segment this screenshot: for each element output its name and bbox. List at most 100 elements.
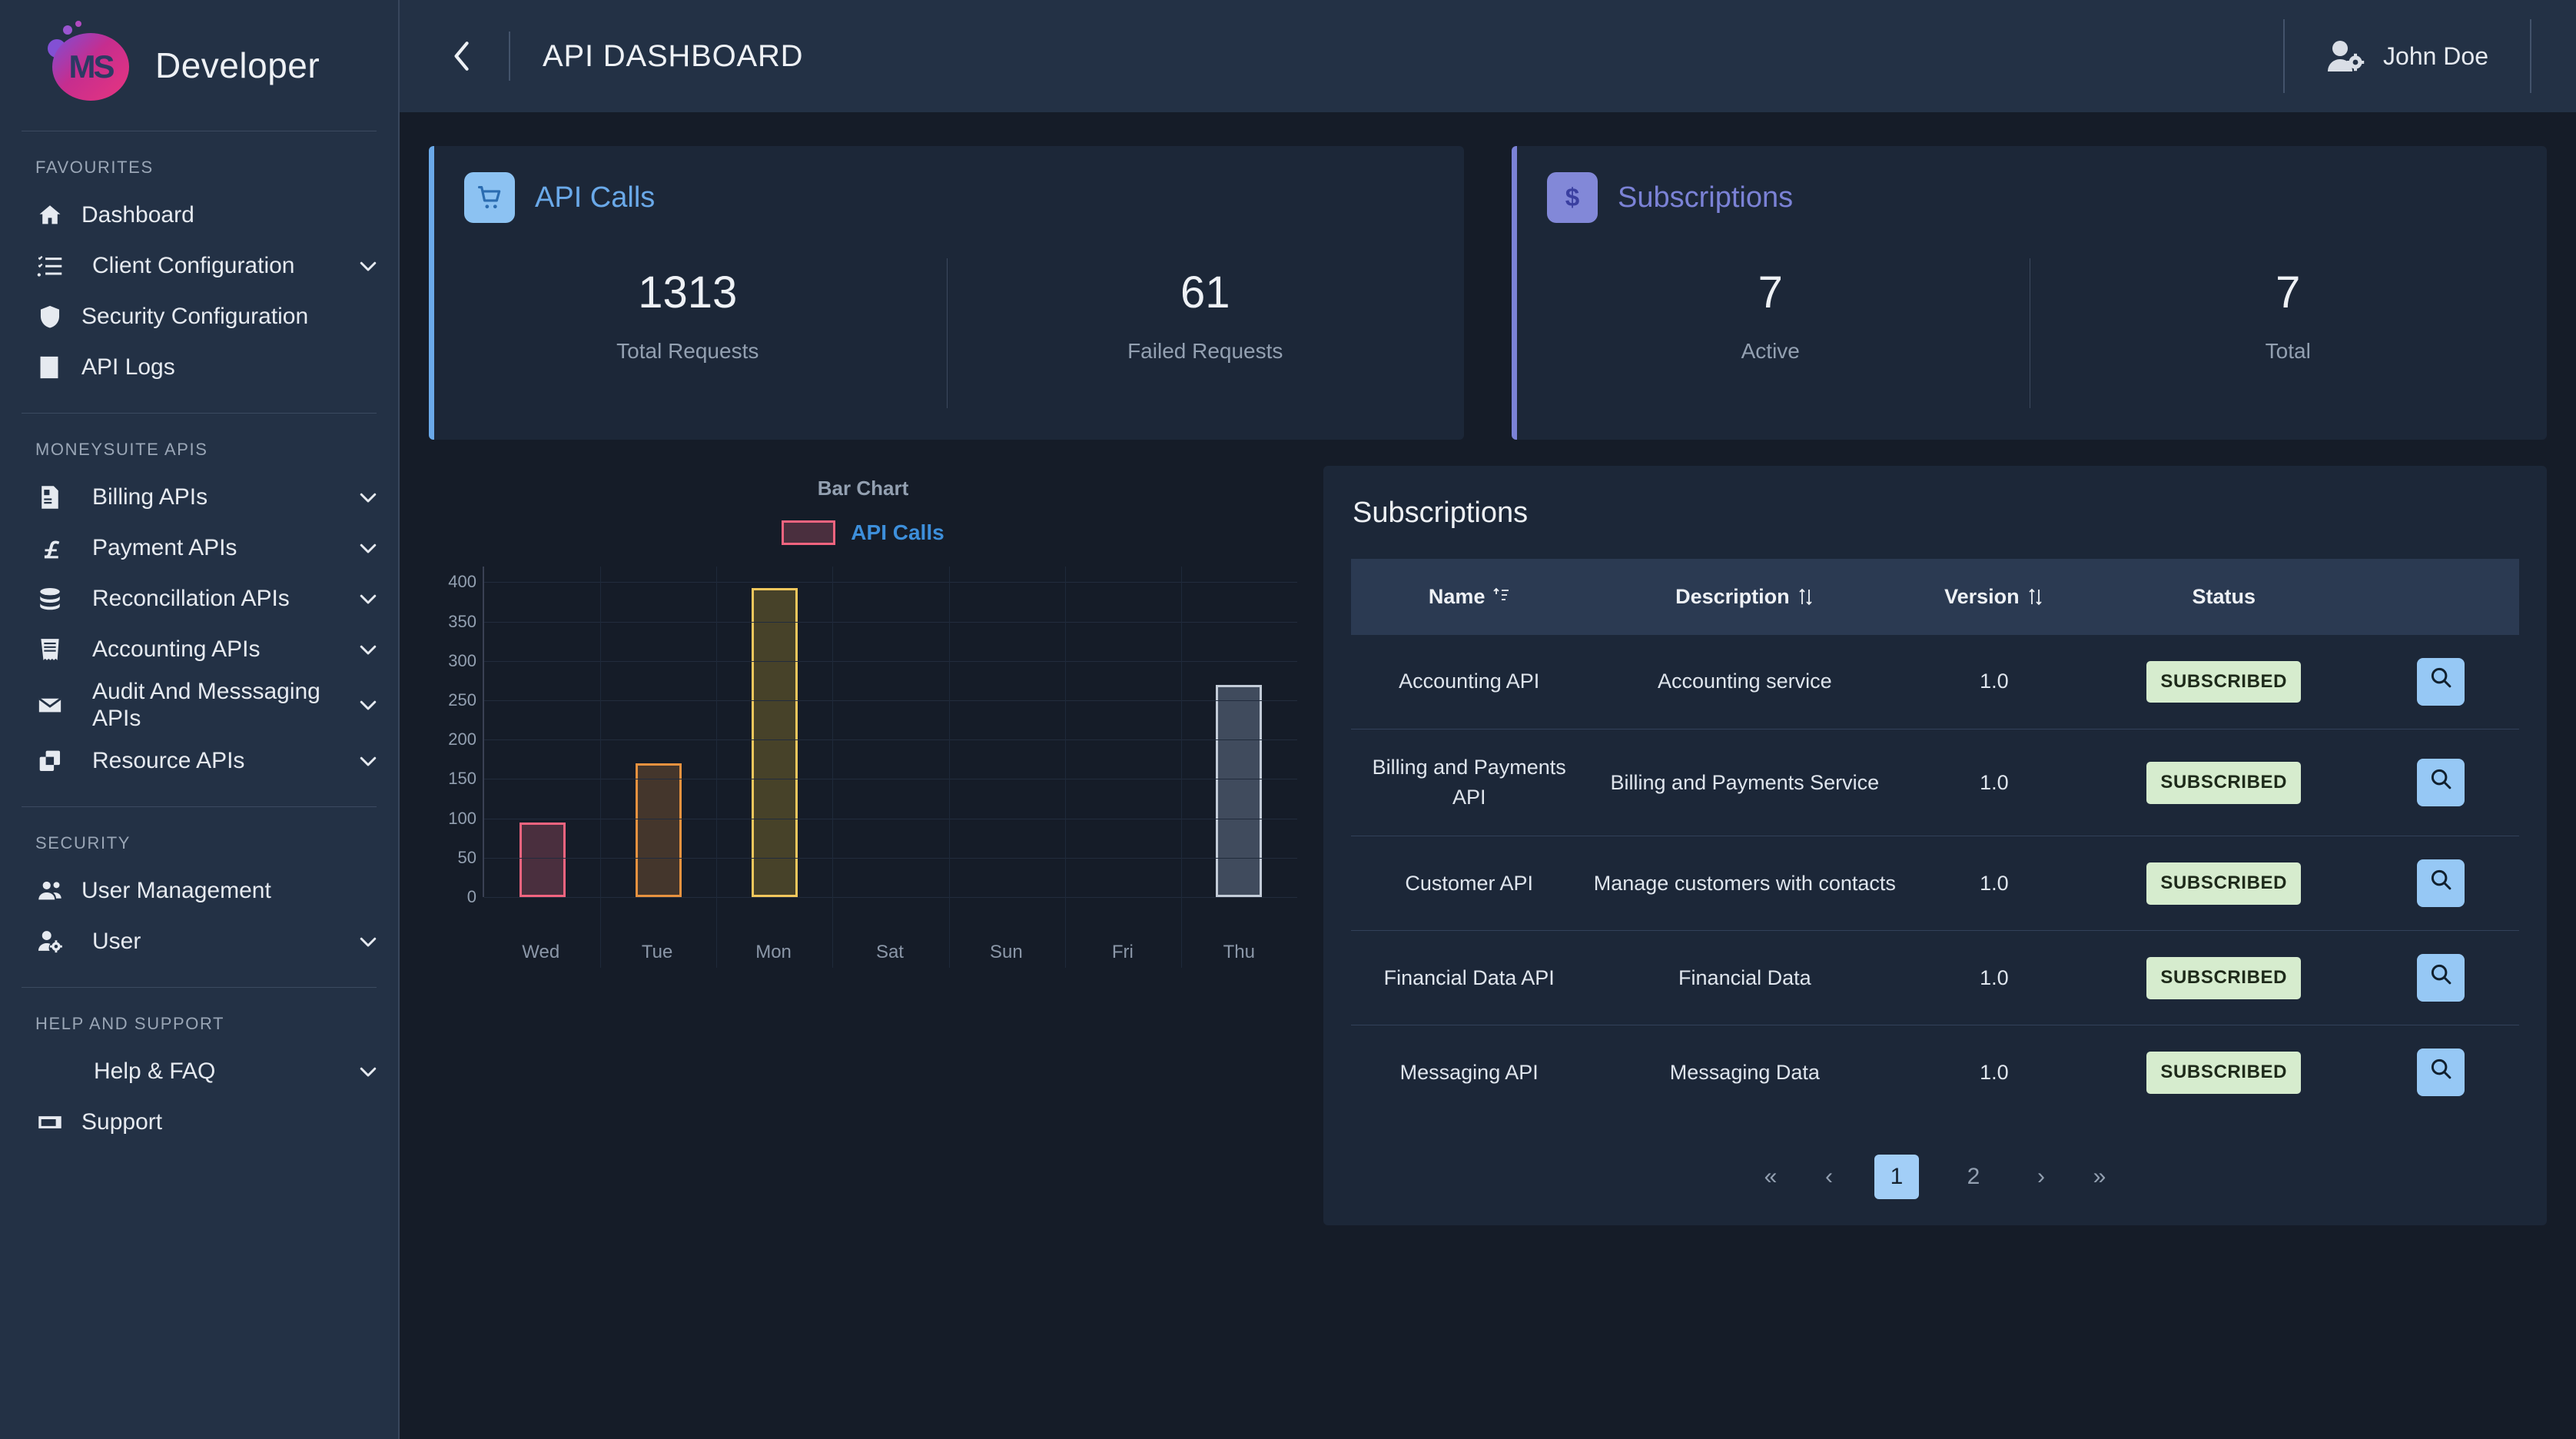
chevron-down-icon[interactable] <box>357 587 380 610</box>
y-axis-tick: 300 <box>448 650 476 670</box>
vertical-gridline <box>716 567 718 968</box>
chevron-down-icon[interactable] <box>357 693 380 716</box>
shield-icon <box>35 302 65 331</box>
sidebar-item-support[interactable]: Support <box>0 1097 398 1148</box>
sidebar-item-api-logs[interactable]: API Logs <box>0 342 398 393</box>
sidebar-item-user[interactable]: User <box>0 916 398 967</box>
bar-wed[interactable] <box>519 822 566 897</box>
sidebar-item-label: Client Configuration <box>92 253 295 279</box>
stat-cards-row: API Calls 1313 Total Requests 61 Failed Requ… <box>429 146 2547 440</box>
sidebar-item-dashboard[interactable]: Dashboard <box>0 190 398 241</box>
back-button[interactable] <box>441 35 484 78</box>
view-subscription-button[interactable] <box>2416 859 2465 908</box>
y-axis-tick: 0 <box>466 887 476 906</box>
chevron-down-icon[interactable] <box>357 1060 380 1083</box>
page-title: API DASHBOARD <box>543 38 804 73</box>
stat-metric: 7 Active <box>1512 258 2030 373</box>
table-header-row: Name Description Version Status <box>1351 559 2519 635</box>
book-icon <box>35 353 65 382</box>
x-axis-tick: Sun <box>990 942 1023 962</box>
sidebar-item-resource-apis[interactable]: Resource APIs <box>0 736 398 786</box>
view-subscription-button[interactable] <box>2416 954 2465 1002</box>
view-subscription-button[interactable] <box>2416 759 2465 807</box>
search-icon <box>2429 868 2452 899</box>
sidebar-item-accounting-apis[interactable]: Accounting APIs <box>0 624 398 675</box>
cell-name: Billing and Payments API <box>1351 729 1588 837</box>
chevron-down-icon[interactable] <box>357 638 380 661</box>
chart-legend[interactable]: API Calls <box>429 520 1297 545</box>
chevron-down-icon[interactable] <box>357 749 380 773</box>
pagination-last[interactable]: » <box>2086 1164 2113 1190</box>
chevron-down-icon[interactable] <box>357 254 380 277</box>
cell-actions <box>2362 729 2519 837</box>
y-axis-tick: 200 <box>448 729 476 749</box>
vertical-gridline <box>832 567 834 968</box>
sort-updown-icon[interactable] <box>2027 587 2044 607</box>
x-axis-tick: Thu <box>1223 942 1255 962</box>
bar-mon[interactable] <box>751 587 798 897</box>
view-subscription-button[interactable] <box>2416 658 2465 706</box>
sidebar-item-audit-and-messsaging-apis[interactable]: Audit And Messsaging APIs <box>0 675 398 736</box>
status-badge: SUBSCRIBED <box>2146 761 2302 804</box>
sidebar-item-billing-apis[interactable]: Billing APIs <box>0 472 398 523</box>
pagination-page-2[interactable]: 2 <box>1951 1155 1996 1199</box>
checklist-icon <box>35 251 65 281</box>
table-row: Customer API Manage customers with contac… <box>1351 836 2519 932</box>
subscriptions-table: Name Description Version Status Accounting … <box>1351 559 2519 1119</box>
chevron-down-icon[interactable] <box>357 537 380 560</box>
pagination-next[interactable]: › <box>2028 1164 2054 1190</box>
pagination-first[interactable]: « <box>1758 1164 1784 1190</box>
chart-x-axis: Wed Tue Mon Sat Sun Fri Thu <box>429 942 1297 963</box>
x-axis-tick: Sat <box>875 942 904 962</box>
gridline <box>484 897 1297 898</box>
column-header-name[interactable]: Name <box>1351 559 1588 635</box>
cell-status: SUBSCRIBED <box>2086 729 2362 837</box>
stat-card-metrics: 1313 Total Requests 61 Failed Requests <box>429 258 1464 408</box>
y-axis-tick: 50 <box>457 847 476 867</box>
cell-name: Customer API <box>1351 836 1588 932</box>
sidebar-item-help-faq[interactable]: Help & FAQ <box>0 1046 398 1097</box>
chart-bars <box>484 567 1297 897</box>
topbar: API DASHBOARD John Doe <box>400 0 2576 112</box>
cell-description: Financial Data <box>1587 930 1903 1026</box>
cell-name: Messaging API <box>1399 1060 1539 1084</box>
sidebar-item-security-configuration[interactable]: Security Configuration <box>0 291 398 342</box>
sidebar-item-user-management[interactable]: User Management <box>0 866 398 916</box>
home-icon <box>35 201 65 230</box>
user-menu[interactable]: John Doe <box>2283 19 2531 93</box>
column-header-description[interactable]: Description <box>1587 559 1903 635</box>
bar-slot <box>484 567 600 897</box>
sort-updown-icon[interactable] <box>1798 587 1814 607</box>
sort-az-icon[interactable] <box>1492 587 1509 607</box>
table-row: Accounting API Accounting service 1.0 SUBSC… <box>1351 635 2519 729</box>
chevron-down-icon[interactable] <box>357 930 380 953</box>
bar-slot <box>1181 567 1297 897</box>
sidebar-item-label: Billing APIs <box>92 484 208 510</box>
sidebar-item-client-configuration[interactable]: Client Configuration <box>0 241 398 291</box>
sidebar-item-payment-apis[interactable]: Payment APIs <box>0 523 398 573</box>
brand[interactable]: MS Developer <box>0 0 398 131</box>
sidebar-item-label: Help & FAQ <box>94 1058 216 1085</box>
chevron-down-icon[interactable] <box>357 486 380 509</box>
view-subscription-button[interactable] <box>2416 1049 2465 1097</box>
pagination-prev[interactable]: ‹ <box>1816 1164 1842 1190</box>
status-badge: SUBSCRIBED <box>2146 862 2302 905</box>
stat-metric: 1313 Total Requests <box>429 258 947 373</box>
pagination-page-1[interactable]: 1 <box>1874 1155 1919 1200</box>
gridline <box>484 700 1297 702</box>
sidebar-item-reconcillation-apis[interactable]: Reconcillation APIs <box>0 573 398 624</box>
user-gear-icon <box>2328 41 2365 71</box>
bar-tue[interactable] <box>635 763 682 897</box>
column-header-version[interactable]: Version <box>1902 559 2086 635</box>
cell-version: 1.0 <box>1902 729 2086 837</box>
column-header-label: Status <box>2192 585 2256 608</box>
sidebar-section-title: FAVOURITES <box>35 158 154 177</box>
bar-thu[interactable] <box>1216 684 1263 897</box>
sidebar-section-title: HELP AND SUPPORT <box>35 1013 225 1033</box>
app-root: MS Developer FAVOURITES Dashboard Client C… <box>0 0 2576 1439</box>
column-header-label: Version <box>1944 585 2020 608</box>
cell-actions <box>2362 1025 2519 1120</box>
table-row: Financial Data API Financial Data 1.0 SUBSC… <box>1351 930 2519 1026</box>
pound-icon <box>35 533 65 563</box>
